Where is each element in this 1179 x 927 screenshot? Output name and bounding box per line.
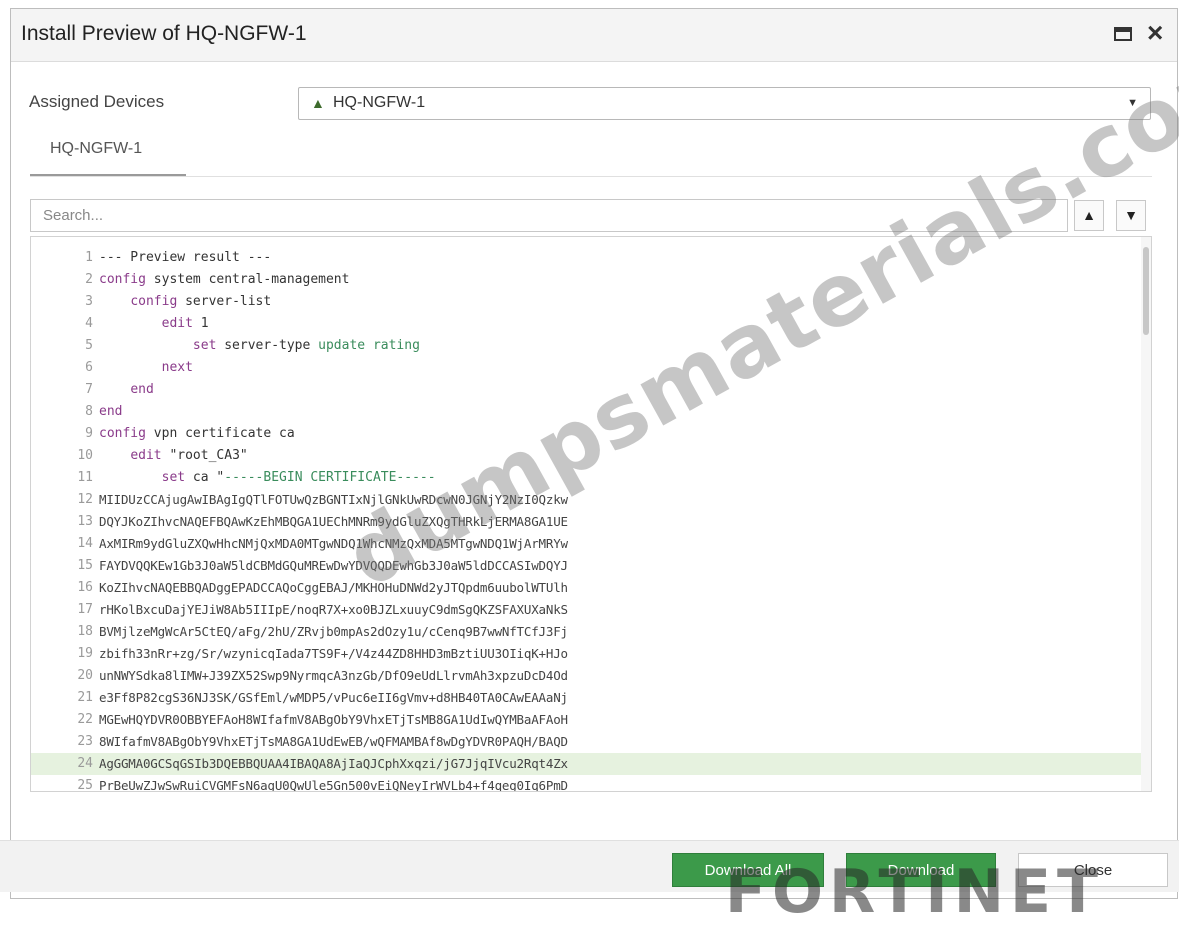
code-text: 8WIfafmV8ABgObY9VhxETjTsMA8GA1UdEwEB/wQF… (99, 734, 568, 749)
code-line: 14 AxMIRm9ydGluZXQwHhcNMjQxMDA0MTgwNDQ1Wh… (31, 533, 1141, 555)
code-text: edit 1 (161, 316, 209, 331)
line-number: 18 (77, 624, 93, 639)
line-number: 10 (77, 448, 93, 463)
line-number: 11 (77, 470, 93, 485)
selected-device: HQ-NGFW-1 (333, 94, 426, 111)
code-line: 4 edit 1 (31, 313, 1141, 335)
code-line: 2 config system central-management (31, 269, 1141, 291)
line-number: 13 (77, 514, 93, 529)
line-number: 7 (85, 382, 93, 397)
code-text: e3Ff8P82cgS36NJ3SK/GSfEml/wMDP5/vPuc6eII… (99, 690, 568, 705)
download-all-button[interactable]: Download All (672, 853, 824, 887)
code-text: AgGGMA0GCSqGSIb3DQEBBQUAA4IBAQA8AjIaQJCp… (99, 756, 568, 771)
preview-code-editor[interactable]: 1 --- Preview result --- 2 config system ce… (30, 236, 1152, 792)
code-text: end (130, 382, 154, 397)
line-number: 4 (85, 316, 93, 331)
code-text: --- Preview result --- (99, 250, 272, 265)
line-number: 19 (77, 646, 93, 661)
line-number: 23 (77, 734, 93, 749)
dialog-titlebar: Install Preview of HQ-NGFW-1 × (11, 9, 1177, 62)
line-number: 2 (85, 272, 93, 287)
line-number: 3 (85, 294, 93, 309)
line-number: 20 (77, 668, 93, 683)
line-number: 25 (77, 778, 93, 792)
close-icon[interactable]: × (1147, 19, 1163, 47)
code-line: 6 next (31, 357, 1141, 379)
editor-scrollbar-thumb[interactable] (1143, 247, 1149, 335)
tab-hq-ngfw-1[interactable]: HQ-NGFW-1 (50, 140, 142, 158)
code-text: MIIDUzCCAjugAwIBAgIgQTlFOTUwQzBGNTIxNjlG… (99, 492, 568, 507)
assigned-devices-dropdown[interactable]: ▲ HQ-NGFW-1 ▼ (298, 87, 1151, 120)
code-line: 7 end (31, 379, 1141, 401)
search-next-button[interactable]: ▼ (1116, 200, 1146, 231)
up-arrow-icon: ▲ (311, 95, 325, 111)
code-text: set server-type update rating (192, 338, 420, 353)
line-number: 6 (85, 360, 93, 375)
code-text: MGEwHQYDVR0OBBYEFAoH8WIfafmV8ABgObY9VhxE… (99, 712, 568, 727)
code-text: PrBeUwZJwSwRuiCVGMFsN6agU0QwUle5Gn500vEi… (99, 778, 568, 792)
code-line: 23 8WIfafmV8ABgObY9VhxETjTsMA8GA1UdEwEB/w… (31, 731, 1141, 753)
code-line: 17 rHKolBxcuDajYEJiW8Ab5IIIpE/noqR7X+xo0B… (31, 599, 1141, 621)
line-number: 9 (85, 426, 93, 441)
code-text: KoZIhvcNAQEBBQADggEPADCCAQoCggEBAJ/MKHOH… (99, 580, 568, 595)
download-button[interactable]: Download (846, 853, 996, 887)
code-text: DQYJKoZIhvcNAQEFBQAwKzEhMBQGA1UEChMNRm9y… (99, 514, 568, 529)
code-line: 21 e3Ff8P82cgS36NJ3SK/GSfEml/wMDP5/vPuc6e… (31, 687, 1141, 709)
code-line: 25 PrBeUwZJwSwRuiCVGMFsN6agU0QwUle5Gn500v… (31, 775, 1141, 792)
code-line: 9 config vpn certificate ca (31, 423, 1141, 445)
chevron-down-icon: ▼ (1127, 97, 1138, 109)
code-line: 24 AgGGMA0GCSqGSIb3DQEBBQUAA4IBAQA8AjIaQJ… (31, 753, 1141, 775)
search-input[interactable] (30, 199, 1068, 232)
line-number: 24 (77, 756, 93, 771)
code-line: 11 set ca "-----BEGIN CERTIFICATE----- (31, 467, 1141, 489)
line-number: 16 (77, 580, 93, 595)
code-line: 18 BVMjlzeMgWcAr5CtEQ/aFg/2hU/ZRvjb0mpAs2… (31, 621, 1141, 643)
code-line: 1 --- Preview result --- (31, 247, 1141, 269)
code-text: config system central-management (99, 272, 350, 287)
code-text: zbifh33nRr+zg/Sr/wzynicqIada7TS9F+/V4z44… (99, 646, 568, 661)
search-previous-button[interactable]: ▲ (1074, 200, 1104, 231)
line-number: 22 (77, 712, 93, 727)
assigned-devices-label: Assigned Devices (29, 92, 165, 111)
line-number: 21 (77, 690, 93, 705)
code-line: 3 config server-list (31, 291, 1141, 313)
code-line: 12 MIIDUzCCAjugAwIBAgIgQTlFOTUwQzBGNTIxNj… (31, 489, 1141, 511)
code-text: AxMIRm9ydGluZXQwHhcNMjQxMDA0MTgwNDQ1WhcN… (99, 536, 568, 551)
code-text: BVMjlzeMgWcAr5CtEQ/aFg/2hU/ZRvjb0mpAs2dO… (99, 624, 568, 639)
code-text: next (161, 360, 193, 375)
code-line: 22 MGEwHQYDVR0OBBYEFAoH8WIfafmV8ABgObY9Vh… (31, 709, 1141, 731)
line-number: 5 (85, 338, 93, 353)
line-number: 12 (77, 492, 93, 507)
code-line: 20 unNWYSdka8lIMW+J39ZX52Swp9NyrmqcA3nzGb… (31, 665, 1141, 687)
code-text: config vpn certificate ca (99, 426, 295, 441)
window-maximize-icon[interactable] (1114, 27, 1132, 41)
line-number: 8 (85, 404, 93, 419)
line-number: 14 (77, 536, 93, 551)
close-button[interactable]: Close (1018, 853, 1168, 887)
code-text: set ca "-----BEGIN CERTIFICATE----- (161, 470, 436, 485)
code-text: rHKolBxcuDajYEJiW8Ab5IIIpE/noqR7X+xo0BJZ… (99, 602, 568, 617)
tab-divider (30, 176, 1152, 177)
arrow-down-icon: ▼ (1124, 207, 1138, 223)
code-line: 13 DQYJKoZIhvcNAQEFBQAwKzEhMBQGA1UEChMNRm… (31, 511, 1141, 533)
code-text: unNWYSdka8lIMW+J39ZX52Swp9NyrmqcA3nzGb/D… (99, 668, 568, 683)
code-text: FAYDVQQKEw1Gb3J0aW5ldCBMdGQuMREwDwYDVQQD… (99, 558, 568, 573)
code-line: 8 end (31, 401, 1141, 423)
code-text: edit "root_CA3" (130, 448, 248, 463)
code-line: 5 set server-type update rating (31, 335, 1141, 357)
dialog-footer (0, 840, 1179, 892)
code-text: config server-list (130, 294, 272, 309)
code-line: 10 edit "root_CA3" (31, 445, 1141, 467)
code-line: 19 zbifh33nRr+zg/Sr/wzynicqIada7TS9F+/V4z… (31, 643, 1141, 665)
code-text: end (99, 404, 123, 419)
arrow-up-icon: ▲ (1082, 207, 1096, 223)
line-number: 15 (77, 558, 93, 573)
code-line: 15 FAYDVQQKEw1Gb3J0aW5ldCBMdGQuMREwDwYDVQ… (31, 555, 1141, 577)
dialog-title: Install Preview of HQ-NGFW-1 (21, 22, 307, 45)
code-line: 16 KoZIhvcNAQEBBQADggEPADCCAQoCggEBAJ/MKH… (31, 577, 1141, 599)
line-number: 1 (85, 250, 93, 265)
line-number: 17 (77, 602, 93, 617)
